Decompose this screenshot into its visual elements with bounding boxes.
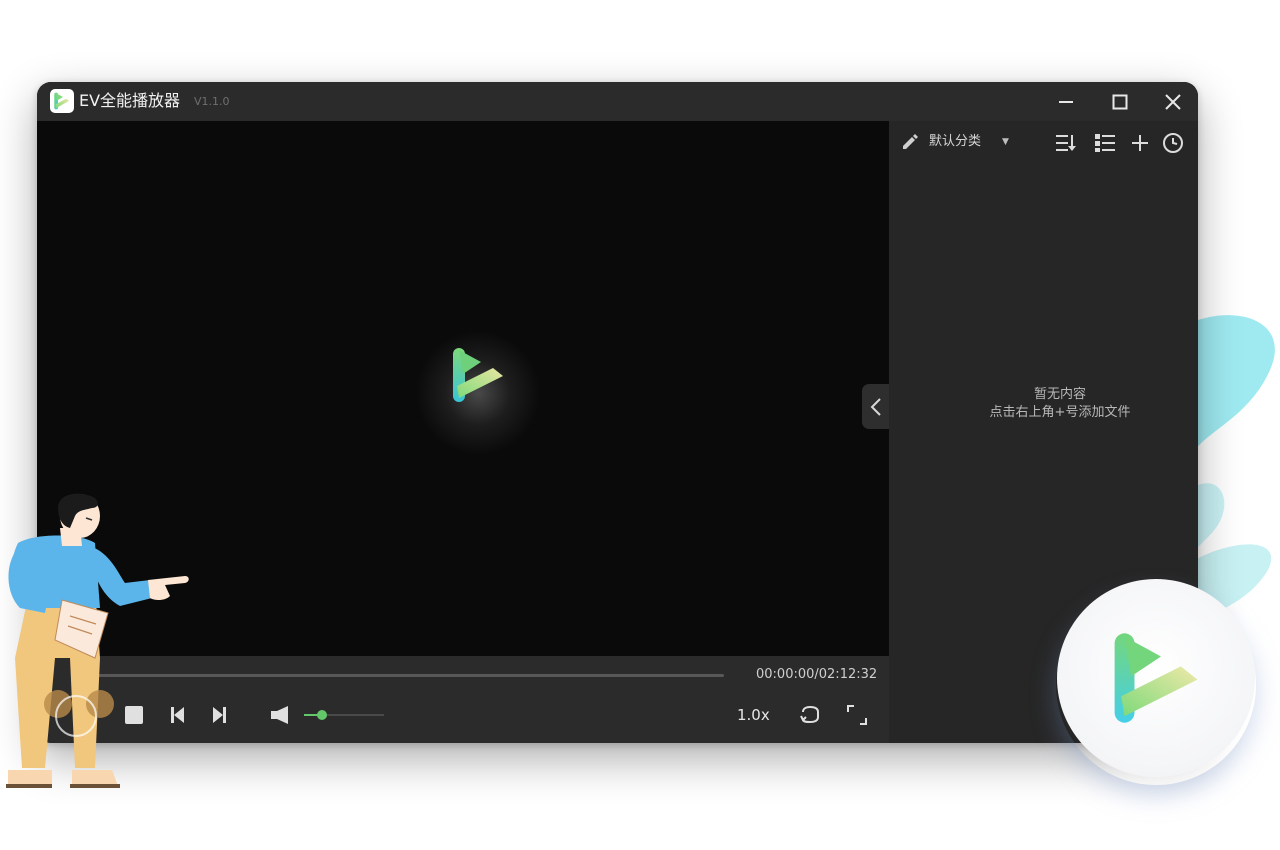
volume-slider[interactable] (304, 710, 384, 720)
time-display: 00:00:00/02:12:32 (756, 667, 878, 682)
empty-playlist-message: 暂无内容 点击右上角+号添加文件 (929, 386, 1191, 422)
clock-icon (1163, 133, 1183, 153)
history-button[interactable] (1161, 131, 1185, 155)
fullscreen-icon (847, 705, 867, 725)
volume-button[interactable] (268, 703, 292, 727)
maximize-button[interactable] (1107, 89, 1133, 115)
chevron-left-icon (870, 397, 881, 416)
close-button[interactable] (1160, 89, 1186, 115)
play-logo-icon (453, 348, 503, 402)
speed-button[interactable]: 1.0x (737, 705, 770, 725)
empty-title: 暂无内容 (1033, 387, 1086, 402)
volume-knob[interactable] (316, 710, 327, 720)
marketing-stage: EV全能播放器 V1.1.0 00:00:00/02:12:32 1.0x 默认… (0, 0, 1280, 850)
brand-logo-icon (1114, 633, 1198, 723)
edit-icon[interactable] (901, 133, 919, 151)
brand-badge (1057, 579, 1255, 777)
maximize-icon (1112, 94, 1128, 110)
person-illustration (6, 493, 189, 788)
sort-button[interactable] (1054, 131, 1078, 155)
list-icon (1095, 134, 1115, 152)
player-window: EV全能播放器 V1.1.0 00:00:00/02:12:32 1.0x 默认… (37, 82, 1198, 743)
app-title: EV全能播放器 (79, 91, 181, 110)
minimize-icon (1059, 101, 1073, 103)
plus-icon (1132, 135, 1148, 151)
caret-down-icon[interactable]: ▼ (1002, 132, 1009, 152)
category-select[interactable]: 默认分类 (929, 132, 981, 152)
collapse-panel-button[interactable] (862, 384, 889, 429)
app-logo-icon (50, 89, 74, 113)
minimize-button[interactable] (1053, 89, 1079, 115)
app-version: V1.1.0 (194, 95, 230, 108)
skip-next-icon (213, 707, 226, 723)
next-button[interactable] (208, 704, 230, 726)
loop-button[interactable] (797, 702, 823, 728)
loop-icon (800, 705, 819, 724)
volume-icon (271, 706, 288, 724)
sort-list-icon (1056, 135, 1076, 151)
fullscreen-button[interactable] (844, 702, 870, 728)
empty-hint: 点击右上角+号添加文件 (989, 405, 1131, 420)
title-bar[interactable]: EV全能播放器 V1.1.0 (37, 82, 1198, 121)
close-icon (1165, 94, 1181, 110)
add-file-button[interactable] (1128, 131, 1152, 155)
list-view-button[interactable] (1093, 131, 1117, 155)
